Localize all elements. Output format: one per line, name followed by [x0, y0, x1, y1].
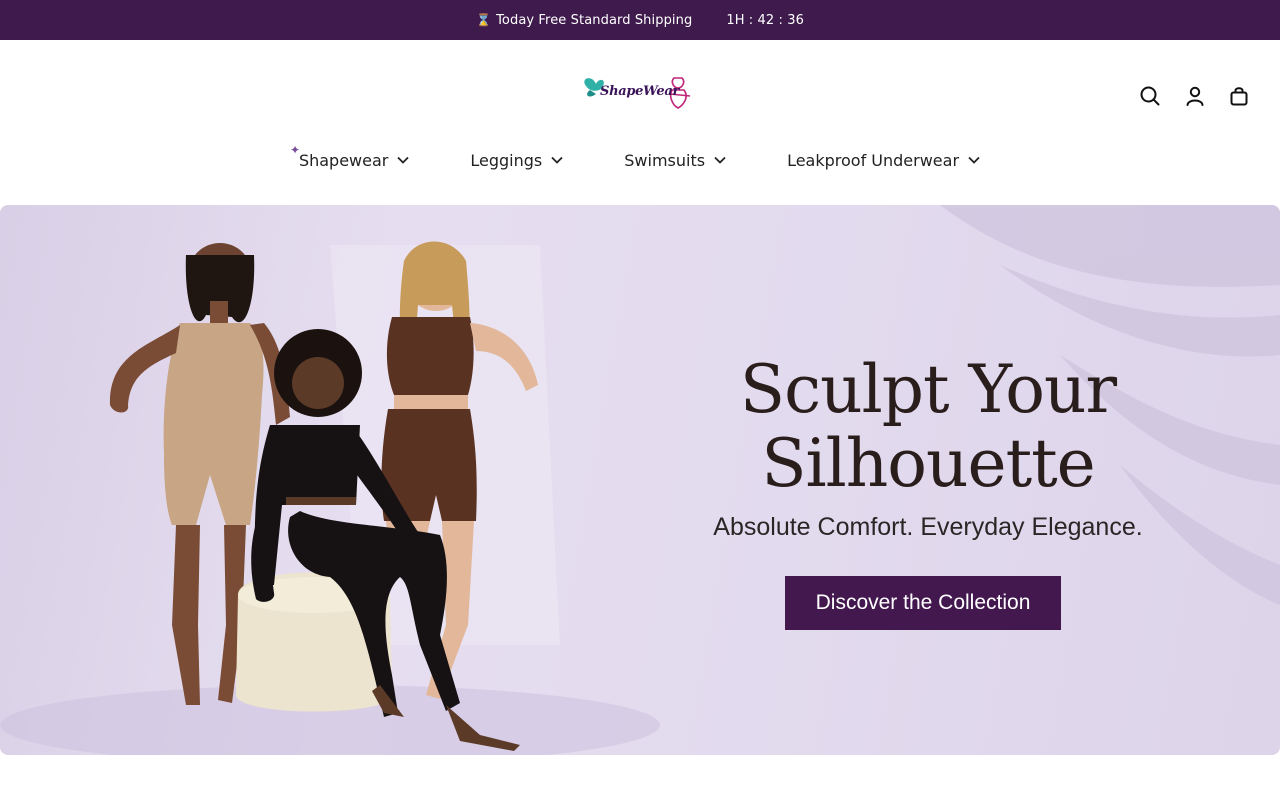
announcement-text: Today Free Standard Shipping	[496, 12, 693, 28]
cart-icon[interactable]	[1227, 84, 1251, 108]
main-nav: ✦ Shapewear Leggings Swimsuits Leakproof…	[0, 142, 1280, 178]
discover-collection-button[interactable]: Discover the Collection	[785, 576, 1061, 630]
countdown-timer: 1H : 42 : 36	[726, 12, 804, 28]
chevron-down-icon	[396, 155, 410, 165]
nav-item-label: Leakproof Underwear	[787, 150, 960, 170]
nav-item-label: Shapewear	[298, 150, 389, 170]
account-icon[interactable]	[1183, 84, 1207, 108]
search-icon[interactable]	[1138, 84, 1162, 108]
chevron-down-icon	[550, 155, 564, 165]
logo[interactable]: ShapeWear	[578, 72, 702, 114]
announcement-bar: ⌛ Today Free Standard Shipping 1H : 42 :…	[0, 0, 1280, 40]
nav-item-label: Swimsuits	[624, 150, 706, 170]
logo-text: ShapeWear	[600, 84, 680, 99]
nav-item-leakproof-underwear[interactable]: Leakproof Underwear	[787, 151, 981, 170]
nav-item-leggings[interactable]: Leggings	[470, 151, 564, 170]
nav-item-swimsuits[interactable]: Swimsuits	[624, 151, 727, 170]
nav-item-label: Leggings	[470, 150, 543, 170]
chevron-down-icon	[967, 155, 981, 165]
hero-title-line2: Silhouette	[761, 425, 1095, 502]
chevron-down-icon	[713, 155, 727, 165]
nav-item-shapewear[interactable]: ✦ Shapewear	[290, 143, 410, 170]
hourglass-icon: ⌛	[476, 13, 492, 27]
site-header: ShapeWear	[0, 40, 1280, 150]
hero-title: Sculpt Your Silhouette	[700, 353, 1156, 501]
hero-subtitle: Absolute Comfort. Everyday Elegance.	[713, 513, 1143, 541]
sparkle-icon: ✦	[289, 142, 301, 157]
hero-banner: Sculpt Your Silhouette Absolute Comfort.…	[0, 205, 1280, 755]
hero-title-line1: Sculpt Your	[739, 351, 1117, 428]
